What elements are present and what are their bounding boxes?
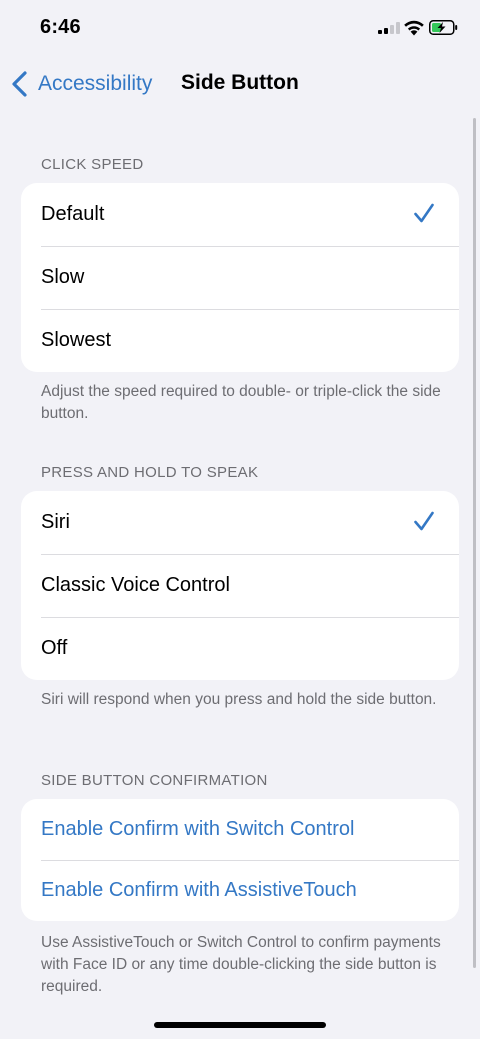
home-indicator[interactable] — [154, 1022, 326, 1028]
link-label: Enable Confirm with AssistiveTouch — [41, 879, 357, 901]
option-label: Siri — [41, 511, 70, 533]
press-hold-group: Siri Classic Voice Control Off — [21, 491, 459, 680]
press-hold-option-classic-voice-control[interactable]: Classic Voice Control — [21, 554, 459, 617]
click-speed-group: Default Slow Slowest — [21, 183, 459, 372]
option-label: Slow — [41, 266, 85, 288]
status-bar: 6:46 — [0, 0, 480, 56]
option-label: Default — [41, 203, 105, 225]
click-speed-option-slow[interactable]: Slow — [21, 246, 459, 309]
press-hold-footer: Siri will respond when you press and hol… — [41, 691, 437, 708]
click-speed-footer: Adjust the speed required to double- or … — [41, 383, 441, 422]
click-speed-option-slowest[interactable]: Slowest — [21, 309, 459, 372]
checkmark-icon — [414, 511, 434, 531]
enable-switch-control-link[interactable]: Enable Confirm with Switch Control — [21, 799, 459, 860]
wifi-icon — [404, 20, 424, 36]
signal-icon — [378, 22, 400, 34]
click-speed-header: CLICK SPEED — [41, 156, 144, 173]
navigation-bar: Accessibility Side Button — [0, 56, 480, 112]
option-label: Slowest — [41, 329, 112, 351]
option-label: Off — [41, 637, 68, 659]
confirmation-footer: Use AssistiveTouch or Switch Control to … — [41, 934, 441, 995]
chevron-left-icon — [12, 71, 27, 97]
confirmation-group: Enable Confirm with Switch Control Enabl… — [21, 799, 459, 921]
scrollbar[interactable] — [473, 118, 476, 968]
battery-charging-icon — [429, 20, 458, 35]
confirmation-header: SIDE BUTTON CONFIRMATION — [41, 772, 268, 789]
press-hold-option-siri[interactable]: Siri — [21, 491, 459, 554]
press-hold-header: PRESS AND HOLD TO SPEAK — [41, 464, 259, 481]
status-time: 6:46 — [40, 16, 81, 38]
back-button[interactable]: Accessibility — [10, 66, 152, 102]
side-button-settings-screen: 6:46 Accessibility Side Button CLICK SPE… — [0, 0, 480, 1039]
enable-assistivetouch-link[interactable]: Enable Confirm with AssistiveTouch — [21, 860, 459, 921]
checkmark-icon — [414, 203, 434, 223]
press-hold-option-off[interactable]: Off — [21, 617, 459, 680]
link-label: Enable Confirm with Switch Control — [41, 818, 355, 840]
option-label: Classic Voice Control — [41, 574, 230, 596]
page-title: Side Button — [181, 71, 299, 94]
click-speed-option-default[interactable]: Default — [21, 183, 459, 246]
back-label: Accessibility — [38, 72, 153, 95]
